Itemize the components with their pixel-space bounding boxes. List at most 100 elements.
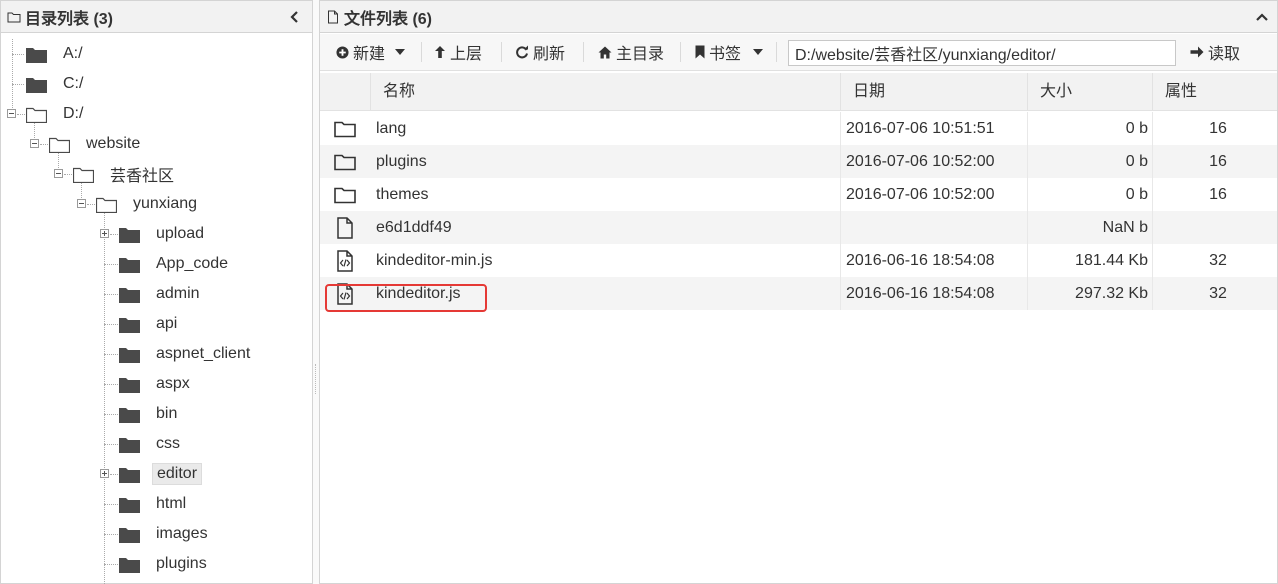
tree-node-label: html [156, 495, 187, 512]
file-panel-header: 文件列表 (6) [320, 1, 1277, 33]
toolbar-separator [680, 42, 681, 62]
tree-node-label: upload [156, 225, 205, 242]
tree-node-label: images [156, 525, 208, 542]
chevron-up-icon[interactable] [1255, 8, 1269, 26]
tree-node-label-selected: editor [152, 463, 203, 485]
arrow-right-icon [1190, 46, 1204, 58]
tree-node-a-drive[interactable]: A:/ [26, 39, 87, 69]
file-row[interactable]: themes 2016-07-06 10:52:00 0 b 16 [320, 178, 1277, 211]
home-button-label: 主目录 [616, 46, 665, 63]
file-row[interactable]: lang 2016-07-06 10:51:51 0 b 16 [320, 112, 1277, 145]
tree-collapse-toggle[interactable] [30, 139, 39, 148]
file-date: 2016-06-16 18:54:08 [846, 285, 995, 302]
file-date: 2016-07-06 10:52:00 [846, 186, 995, 203]
directory-panel-header: 目录列表 (3) [1, 1, 312, 33]
tree-node-api[interactable]: api [119, 309, 181, 339]
column-header-size[interactable]: 大小 [1027, 73, 1152, 111]
tree-node-images[interactable]: images [119, 519, 212, 549]
home-icon [598, 46, 612, 58]
column-header-date[interactable]: 日期 [840, 73, 1027, 111]
tree-node-plugins[interactable]: plugins [119, 549, 211, 579]
column-divider [1027, 112, 1028, 145]
tree-node-c-drive[interactable]: C:/ [26, 69, 87, 99]
column-divider [840, 277, 841, 310]
up-button[interactable]: 上层 [434, 34, 482, 70]
plus-circle-icon [336, 45, 349, 59]
file-name: kindeditor-min.js [376, 252, 493, 269]
file-size: 0 b [1125, 186, 1148, 203]
folder-closed-icon [119, 437, 140, 453]
tree-node-label: D:/ [63, 105, 84, 122]
new-button[interactable]: 新建 [336, 34, 409, 70]
folder-open-icon [26, 107, 47, 123]
tree-node-yunxiang-community[interactable]: 芸香社区 [73, 159, 178, 189]
tree-node-label: yunxiang [133, 195, 198, 212]
folder-closed-icon [119, 317, 140, 333]
directory-panel-title: 目录列表 (3) [25, 10, 114, 28]
bookmark-button[interactable]: 书签 [695, 34, 767, 70]
folder-closed-icon [119, 497, 140, 513]
column-header-attr[interactable]: 属性 [1152, 73, 1277, 111]
tree-node-aspx[interactable]: aspx [119, 369, 194, 399]
tree-node-yunxiang[interactable]: yunxiang [96, 189, 201, 219]
home-button[interactable]: 主目录 [598, 34, 664, 70]
file-size: NaN b [1102, 219, 1148, 236]
column-divider [1152, 112, 1153, 145]
tree-node-label: api [156, 315, 178, 332]
toolbar-separator [776, 42, 777, 62]
folder-closed-icon [119, 407, 140, 423]
folder-closed-icon [119, 227, 140, 243]
folder-open-icon [96, 197, 117, 213]
column-divider [840, 244, 841, 277]
tree-node-label: bin [156, 405, 178, 422]
file-panel-title: 文件列表 (6) [344, 10, 433, 28]
folder-closed-icon [119, 467, 140, 483]
tree-node-html[interactable]: html [119, 489, 190, 519]
tree-collapse-toggle[interactable] [77, 199, 86, 208]
file-outline-icon [337, 217, 353, 239]
file-attr: 16 [1209, 153, 1227, 170]
tree-node-label: A:/ [63, 45, 83, 62]
tree-node-website[interactable]: website [49, 129, 144, 159]
column-divider [1152, 178, 1153, 211]
read-button[interactable]: 读取 [1190, 34, 1240, 70]
tree-node-aspnet-client[interactable]: aspnet_client [119, 339, 254, 369]
file-attr: 32 [1209, 285, 1227, 302]
tree-node-label: plugins [156, 555, 207, 572]
tree-node-d-drive[interactable]: D:/ [26, 99, 87, 129]
column-divider [1027, 277, 1028, 310]
column-divider [1027, 211, 1028, 244]
tree-node-editor[interactable]: editor [119, 459, 203, 489]
file-grid-header: 名称 日期 大小 属性 [320, 73, 1277, 111]
tree-collapse-toggle[interactable] [7, 109, 16, 118]
folder-closed-icon [119, 527, 140, 543]
column-header-name[interactable]: 名称 [370, 73, 840, 111]
tree-node-admin[interactable]: admin [119, 279, 204, 309]
tree-expand-toggle[interactable] [100, 229, 109, 238]
refresh-button[interactable]: 刷新 [515, 34, 565, 70]
file-row[interactable]: plugins 2016-07-06 10:52:00 0 b 16 [320, 145, 1277, 178]
path-input[interactable] [788, 40, 1176, 66]
splitter-grip[interactable] [315, 364, 317, 394]
tree-node-bin[interactable]: bin [119, 399, 181, 429]
tree-node-upload[interactable]: upload [119, 219, 208, 249]
file-row[interactable]: kindeditor-min.js 2016-06-16 18:54:08 18… [320, 244, 1277, 277]
column-divider [1027, 178, 1028, 211]
bookmark-button-label: 书签 [709, 46, 742, 63]
tree-node-label: website [86, 135, 141, 152]
toolbar-separator [501, 42, 502, 62]
toolbar-separator [421, 42, 422, 62]
folder-open-icon [49, 137, 70, 153]
tree-node-css[interactable]: css [119, 429, 184, 459]
file-row[interactable]: e6d1ddf49 NaN b [320, 211, 1277, 244]
caret-down-icon [753, 49, 764, 55]
tree-expand-toggle[interactable] [100, 469, 109, 478]
file-attr: 16 [1209, 186, 1227, 203]
tree-collapse-toggle[interactable] [54, 169, 63, 178]
column-divider [840, 145, 841, 178]
tree-node-app-code[interactable]: App_code [119, 249, 232, 279]
read-button-label: 读取 [1208, 46, 1241, 63]
file-outline-icon [328, 10, 338, 23]
up-button-label: 上层 [450, 46, 483, 63]
chevron-left-icon[interactable] [288, 8, 302, 26]
